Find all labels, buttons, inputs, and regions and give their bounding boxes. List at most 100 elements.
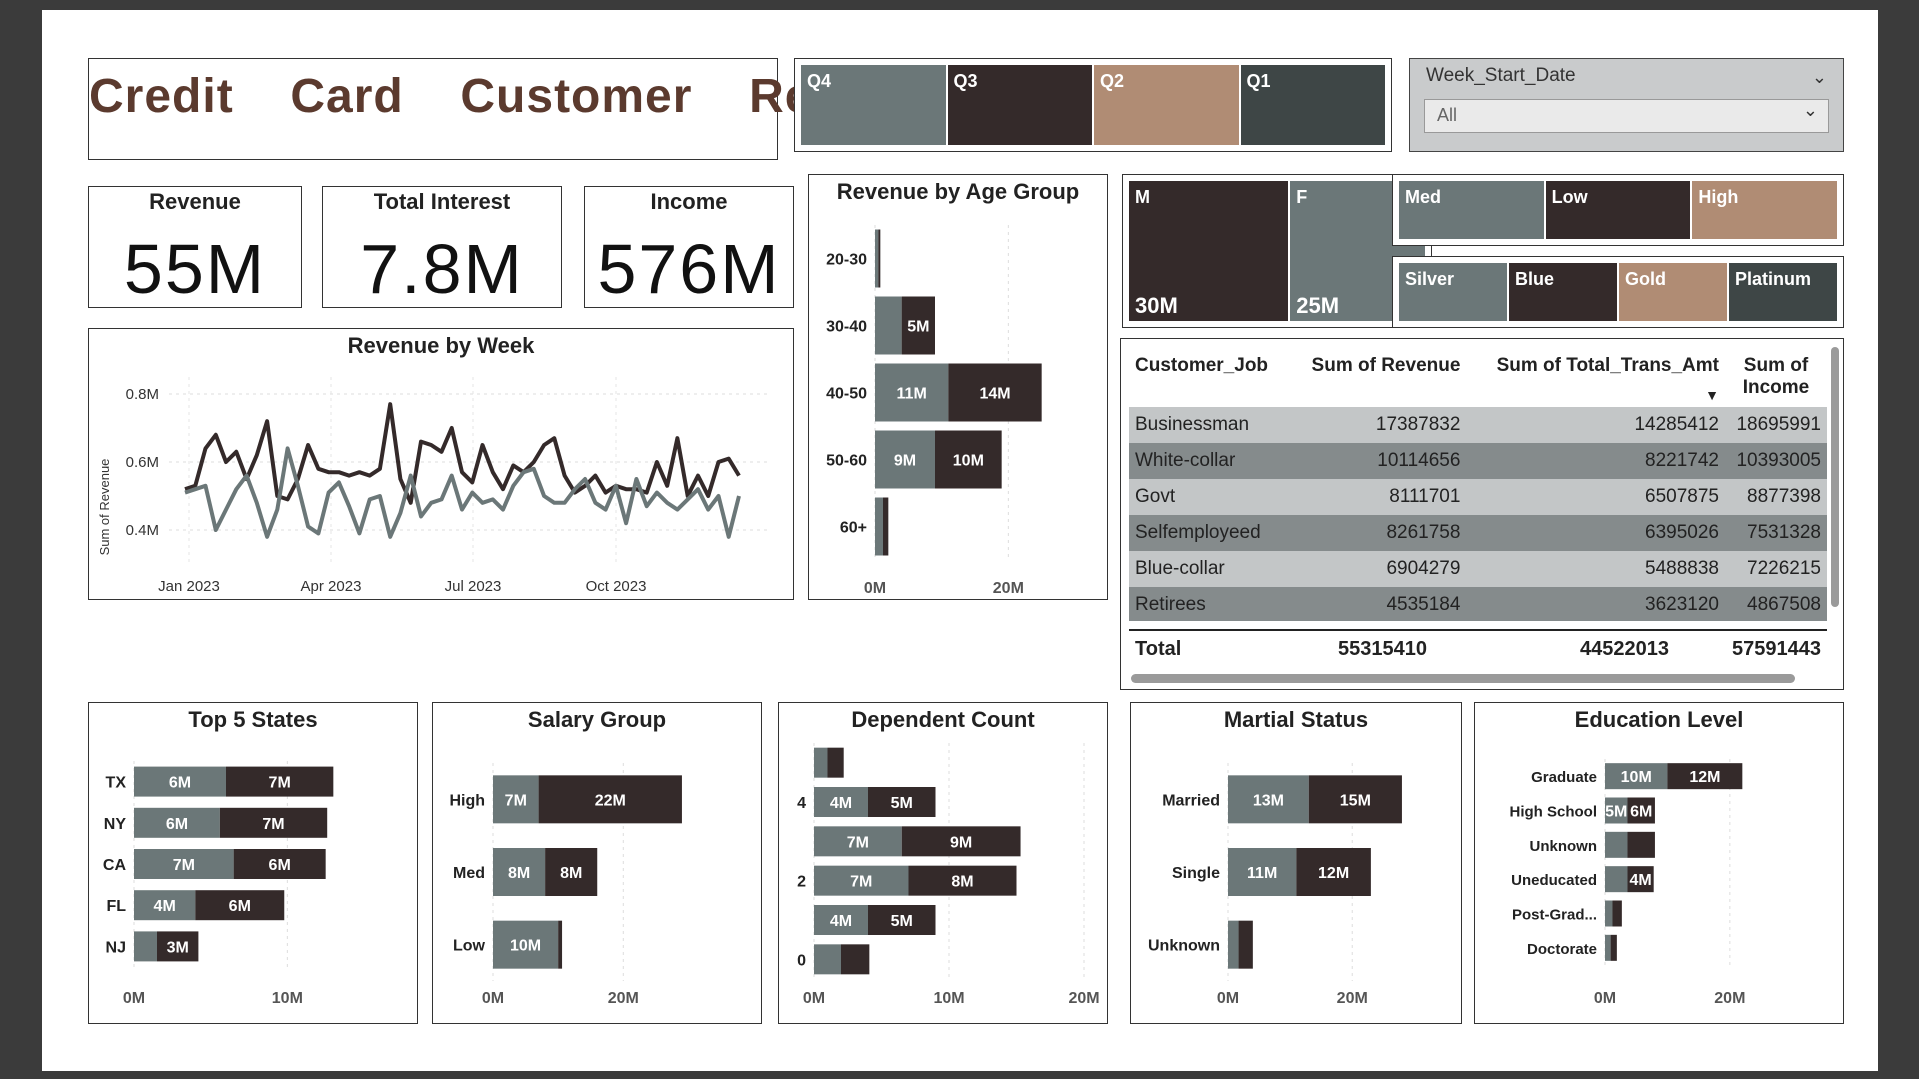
col-header-sum-trans-amt[interactable]: Sum of Total_Trans_Amt ▼ — [1466, 347, 1725, 407]
data-label: 11M — [1247, 865, 1277, 882]
category-label: 20-30 — [826, 252, 867, 269]
horizontal-scrollbar[interactable] — [1131, 674, 1795, 683]
card-category-slicer: Silver Blue Gold Platinum — [1392, 256, 1844, 328]
category-label: High School — [1510, 804, 1598, 821]
table-cell: 14285412 — [1466, 407, 1725, 443]
x-tick-label: Jan 2023 — [158, 578, 220, 595]
gender-tile-f-value: 25M — [1296, 293, 1340, 318]
data-label: 14M — [979, 386, 1010, 403]
table-row[interactable]: Blue-collar 6904279 5488838 7226215 — [1129, 551, 1827, 587]
col-header-customer-job[interactable]: Customer_Job — [1129, 347, 1289, 407]
category-label: Single — [1172, 865, 1220, 882]
x-tick-label: 0M — [864, 580, 886, 597]
col-header-sum-trans-amt-label: Sum of Total_Trans_Amt — [1496, 355, 1719, 376]
data-label: 12M — [1689, 769, 1720, 786]
table-cell: 6507875 — [1466, 479, 1725, 515]
category-label: Post-Grad... — [1512, 907, 1597, 924]
table-total-row: Total 55315410 44522013 57591443 — [1129, 629, 1827, 667]
x-tick-label: 0M — [123, 990, 145, 1007]
bar-60-1 — [883, 497, 889, 556]
x-tick-label: 20M — [1068, 990, 1099, 1007]
table-row[interactable]: White-collar 10114656 8221742 10393005 — [1129, 443, 1827, 479]
report-title-card: Credit Card Customer Report — [88, 58, 910, 160]
data-label: 5M — [891, 913, 913, 930]
x-tick-label: 10M — [272, 990, 303, 1007]
table-row[interactable]: Retirees 4535184 3623120 4867508 — [1129, 587, 1827, 621]
quarter-tile-q1-label: Q1 — [1246, 71, 1271, 91]
x-tick-label: 0M — [803, 990, 825, 1007]
income-tile-low-label: Low — [1551, 187, 1588, 207]
gender-tile-m-value: 30M — [1135, 293, 1178, 318]
revenue-by-week-chart: Revenue by Week 0.8M 0.6M 0.4M Jan 2023 Apr … — [88, 328, 794, 600]
customer-job-grid: Customer_Job Sum of Revenue Sum of Total… — [1129, 347, 1827, 621]
report-title: Credit Card Customer Report — [89, 70, 910, 123]
y-axis-label: Sum of Revenue — [97, 459, 112, 556]
data-label: 10M — [510, 938, 541, 955]
col-header-sum-revenue[interactable]: Sum of Revenue — [1289, 347, 1466, 407]
gender-tile-m[interactable]: M 30M — [1129, 181, 1289, 321]
col-header-sum-income[interactable]: Sum of Income — [1725, 347, 1827, 407]
revenue-by-week-svg: 0.8M 0.6M 0.4M Jan 2023 Apr 2023 Jul 2023 Oct … — [97, 377, 769, 595]
bar-60-0 — [875, 497, 883, 556]
table-cell: Businessman — [1129, 407, 1289, 443]
category-label: 40-50 — [826, 386, 867, 403]
total-revenue: 55315410 — [1338, 637, 1427, 660]
table-cell: 10393005 — [1725, 443, 1827, 479]
income-tile-high[interactable]: High — [1692, 181, 1838, 239]
vertical-scrollbar[interactable] — [1831, 347, 1839, 607]
table-cell: 5488838 — [1466, 551, 1725, 587]
card-tile-gold[interactable]: Gold — [1619, 263, 1727, 321]
table-row[interactable]: Businessman 17387832 14285412 18695991 — [1129, 407, 1827, 443]
quarter-tile-q4[interactable]: Q4 — [801, 65, 946, 145]
table-cell: 18695991 — [1725, 407, 1827, 443]
quarter-tile-q1[interactable]: Q1 — [1240, 65, 1385, 145]
y-tick-label: 0.8M — [126, 386, 159, 403]
x-tick-label: 20M — [1714, 990, 1745, 1007]
data-label: 8M — [508, 865, 530, 882]
quarter-tile-q3[interactable]: Q3 — [947, 65, 1092, 145]
bar-30-40-0 — [875, 296, 902, 355]
bar-5-1 — [827, 747, 844, 778]
chevron-down-icon[interactable]: ⌄ — [1812, 67, 1827, 88]
x-tick-label: 0M — [1217, 990, 1239, 1007]
quarter-tile-q3-label: Q3 — [953, 71, 978, 91]
table-row[interactable]: Govt 8111701 6507875 8877398 — [1129, 479, 1827, 515]
card-tile-blue[interactable]: Blue — [1509, 263, 1617, 321]
income-group-slicer: Med Low High — [1392, 174, 1844, 246]
x-tick-label: Oct 2023 — [586, 578, 647, 595]
category-label: 0 — [797, 952, 806, 969]
bar-unknown-0 — [1228, 920, 1239, 969]
table-cell: Govt — [1129, 479, 1289, 515]
data-label: 6M — [169, 775, 191, 792]
bar-doctorate-1 — [1610, 934, 1617, 961]
table-row[interactable]: Selfemployeed 8261758 6395026 7531328 — [1129, 515, 1827, 551]
quarter-tile-q2[interactable]: Q2 — [1094, 65, 1239, 145]
table-cell: 10114656 — [1288, 443, 1467, 479]
card-tile-platinum[interactable]: Platinum — [1729, 263, 1837, 321]
bar-20-30-1 — [878, 229, 881, 288]
data-label: 10M — [1621, 769, 1652, 786]
category-label: NJ — [106, 939, 126, 956]
x-tick-label: 20M — [993, 580, 1024, 597]
bar-post-grad-1 — [1612, 900, 1622, 927]
y-tick-label: 0.6M — [126, 454, 159, 471]
data-label: 4M — [830, 913, 852, 930]
week-slicer-dropdown[interactable]: All ⌄ — [1424, 99, 1829, 133]
category-label: 4 — [797, 795, 806, 812]
gender-tile-f-label: F — [1296, 187, 1308, 207]
income-tile-med[interactable]: Med — [1399, 181, 1544, 239]
income-tile-low[interactable]: Low — [1545, 181, 1691, 239]
bar-20-30-0 — [875, 229, 879, 288]
data-label: 7M — [262, 816, 284, 833]
category-label: 60+ — [840, 520, 867, 537]
data-label: 4M — [830, 795, 852, 812]
x-tick-label: Apr 2023 — [301, 578, 362, 595]
kpi-income-card: Income 576M — [584, 186, 794, 308]
chevron-down-icon: ⌄ — [1802, 100, 1818, 120]
revenue-by-age-chart: Revenue by Age Group 0M 20M 20-30 30-40 5M 40… — [808, 174, 1108, 600]
gender-tile-m-label: M — [1135, 187, 1150, 207]
card-tile-silver[interactable]: Silver — [1399, 263, 1507, 321]
card-tile-blue-label: Blue — [1515, 269, 1555, 289]
table-cell: Selfemployeed — [1129, 515, 1289, 551]
week-start-slicer: Week_Start_Date ⌄ All ⌄ — [1409, 58, 1844, 152]
